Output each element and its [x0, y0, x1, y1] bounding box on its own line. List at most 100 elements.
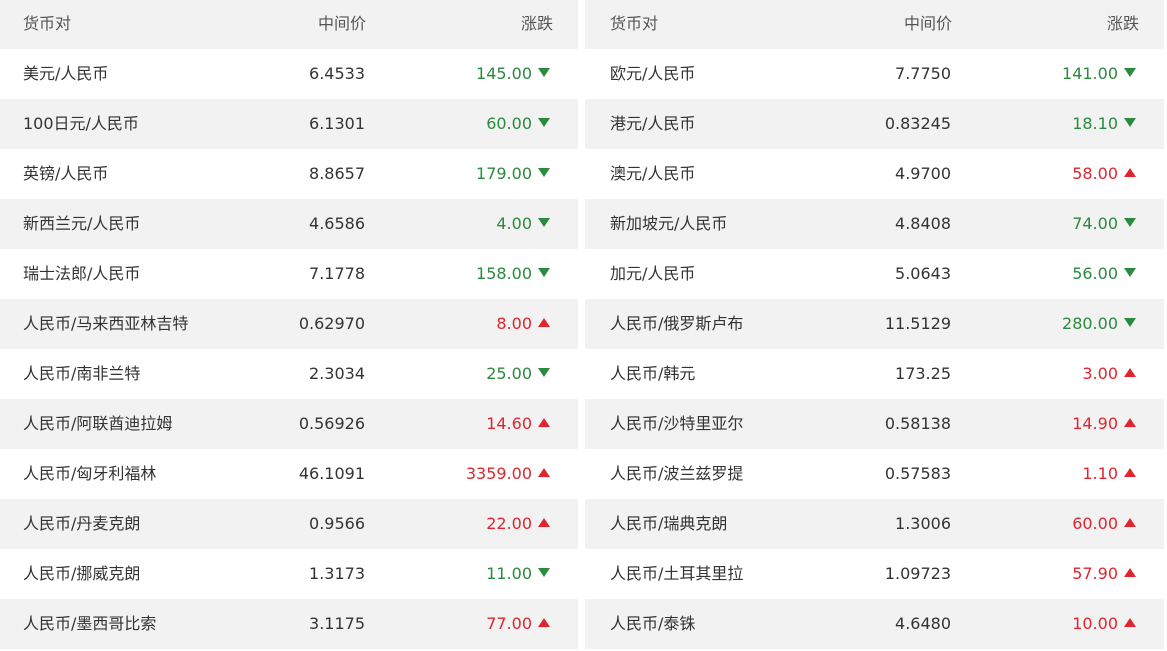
currency-pair[interactable]: 人民币/阿联酋迪拉姆	[23, 399, 172, 449]
currency-pair[interactable]: 澳元/人民币	[610, 149, 695, 199]
change-value: 158.00	[476, 264, 532, 283]
table-row[interactable]: 人民币/波兰兹罗提 0.57583 1.10	[585, 449, 1164, 499]
currency-pair[interactable]: 欧元/人民币	[610, 49, 695, 99]
table-row[interactable]: 新西兰元/人民币 4.6586 4.00	[0, 199, 578, 249]
table-row[interactable]: 人民币/南非兰特 2.3034 25.00	[0, 349, 578, 399]
header-mid: 中间价	[317, 14, 366, 33]
change-value: 11.00	[486, 564, 532, 583]
change-cell: 179.00	[476, 149, 550, 199]
arrow-up-icon	[1124, 368, 1136, 377]
currency-pair[interactable]: 港元/人民币	[610, 99, 695, 149]
change-cell: 1.10	[1082, 449, 1136, 499]
currency-pair[interactable]: 新加坡元/人民币	[610, 199, 727, 249]
currency-pair[interactable]: 人民币/南非兰特	[23, 349, 140, 399]
currency-pair[interactable]: 人民币/沙特里亚尔	[610, 399, 743, 449]
table-row[interactable]: 人民币/丹麦克朗 0.9566 22.00	[0, 499, 578, 549]
arrow-down-icon	[1124, 118, 1136, 127]
change-value: 60.00	[486, 114, 532, 133]
currency-pair[interactable]: 人民币/土耳其里拉	[610, 549, 743, 599]
change-cell: 10.00	[1072, 599, 1136, 649]
table-row[interactable]: 人民币/阿联酋迪拉姆 0.56926 14.60	[0, 399, 578, 449]
table-row[interactable]: 澳元/人民币 4.9700 58.00	[585, 149, 1164, 199]
table-header: 货币对 中间价 涨跌	[585, 0, 1164, 49]
mid-price: 0.83245	[884, 114, 951, 133]
table-row[interactable]: 人民币/泰铢 4.6480 10.00	[585, 599, 1164, 649]
change-cell: 14.60	[486, 399, 550, 449]
currency-pair[interactable]: 人民币/丹麦克朗	[23, 499, 140, 549]
change-value: 3359.00	[465, 464, 532, 483]
mid-price: 4.6586	[309, 214, 365, 233]
change-cell: 158.00	[476, 249, 550, 299]
table-row[interactable]: 人民币/马来西亚林吉特 0.62970 8.00	[0, 299, 578, 349]
currency-pair[interactable]: 美元/人民币	[23, 49, 108, 99]
table-row[interactable]: 人民币/匈牙利福林 46.1091 3359.00	[0, 449, 578, 499]
mid-price: 0.62970	[298, 314, 365, 333]
change-cell: 22.00	[486, 499, 550, 549]
currency-pair[interactable]: 人民币/泰铢	[610, 599, 695, 649]
currency-pair[interactable]: 新西兰元/人民币	[23, 199, 140, 249]
right-rate-table: 货币对 中间价 涨跌 欧元/人民币 7.7750 141.00 港元/人民币 0.832…	[585, 0, 1164, 651]
table-row[interactable]: 100日元/人民币 6.1301 60.00	[0, 99, 578, 149]
change-value: 3.00	[1082, 364, 1118, 383]
change-cell: 8.00	[496, 299, 550, 349]
currency-pair[interactable]: 瑞士法郎/人民币	[23, 249, 140, 299]
mid-price: 46.1091	[298, 464, 365, 483]
change-cell: 141.00	[1062, 49, 1136, 99]
table-header: 货币对 中间价 涨跌	[0, 0, 578, 49]
table-row[interactable]: 美元/人民币 6.4533 145.00	[0, 49, 578, 99]
change-value: 10.00	[1072, 614, 1118, 633]
table-row[interactable]: 人民币/瑞典克朗 1.3006 60.00	[585, 499, 1164, 549]
table-row[interactable]: 欧元/人民币 7.7750 141.00	[585, 49, 1164, 99]
mid-price: 1.09723	[884, 564, 951, 583]
mid-price: 1.3006	[895, 514, 951, 533]
table-row[interactable]: 人民币/土耳其里拉 1.09723 57.90	[585, 549, 1164, 599]
currency-pair[interactable]: 人民币/韩元	[610, 349, 695, 399]
arrow-up-icon	[538, 618, 550, 627]
mid-price: 2.3034	[309, 364, 365, 383]
change-value: 60.00	[1072, 514, 1118, 533]
currency-pair[interactable]: 人民币/俄罗斯卢布	[610, 299, 743, 349]
currency-pair[interactable]: 英镑/人民币	[23, 149, 108, 199]
mid-price: 4.6480	[895, 614, 951, 633]
currency-pair[interactable]: 人民币/瑞典克朗	[610, 499, 727, 549]
table-row[interactable]: 加元/人民币 5.0643 56.00	[585, 249, 1164, 299]
table-row[interactable]: 新加坡元/人民币 4.8408 74.00	[585, 199, 1164, 249]
header-pair: 货币对	[23, 14, 72, 33]
arrow-down-icon	[1124, 218, 1136, 227]
change-value: 8.00	[496, 314, 532, 333]
change-value: 280.00	[1062, 314, 1118, 333]
mid-price: 6.1301	[309, 114, 365, 133]
change-value: 58.00	[1072, 164, 1118, 183]
change-cell: 25.00	[486, 349, 550, 399]
table-row[interactable]: 英镑/人民币 8.8657 179.00	[0, 149, 578, 199]
arrow-up-icon	[538, 518, 550, 527]
currency-pair[interactable]: 人民币/马来西亚林吉特	[23, 299, 188, 349]
change-cell: 77.00	[486, 599, 550, 649]
mid-price: 3.1175	[309, 614, 365, 633]
arrow-up-icon	[538, 468, 550, 477]
arrow-up-icon	[1124, 618, 1136, 627]
currency-pair[interactable]: 人民币/波兰兹罗提	[610, 449, 743, 499]
arrow-up-icon	[538, 418, 550, 427]
table-row[interactable]: 人民币/俄罗斯卢布 11.5129 280.00	[585, 299, 1164, 349]
change-value: 74.00	[1072, 214, 1118, 233]
arrow-down-icon	[1124, 268, 1136, 277]
table-row[interactable]: 人民币/韩元 173.25 3.00	[585, 349, 1164, 399]
table-row[interactable]: 人民币/墨西哥比索 3.1175 77.00	[0, 599, 578, 649]
currency-pair[interactable]: 人民币/匈牙利福林	[23, 449, 156, 499]
table-row[interactable]: 瑞士法郎/人民币 7.1778 158.00	[0, 249, 578, 299]
currency-pair[interactable]: 人民币/挪威克朗	[23, 549, 140, 599]
change-cell: 18.10	[1072, 99, 1136, 149]
change-cell: 11.00	[486, 549, 550, 599]
change-cell: 58.00	[1072, 149, 1136, 199]
table-row[interactable]: 港元/人民币 0.83245 18.10	[585, 99, 1164, 149]
currency-pair[interactable]: 加元/人民币	[610, 249, 695, 299]
currency-pair[interactable]: 100日元/人民币	[23, 99, 139, 149]
change-cell: 280.00	[1062, 299, 1136, 349]
arrow-up-icon	[1124, 168, 1136, 177]
table-row[interactable]: 人民币/沙特里亚尔 0.58138 14.90	[585, 399, 1164, 449]
table-row[interactable]: 人民币/挪威克朗 1.3173 11.00	[0, 549, 578, 599]
mid-price: 0.57583	[884, 464, 951, 483]
change-value: 14.60	[486, 414, 532, 433]
currency-pair[interactable]: 人民币/墨西哥比索	[23, 599, 156, 649]
